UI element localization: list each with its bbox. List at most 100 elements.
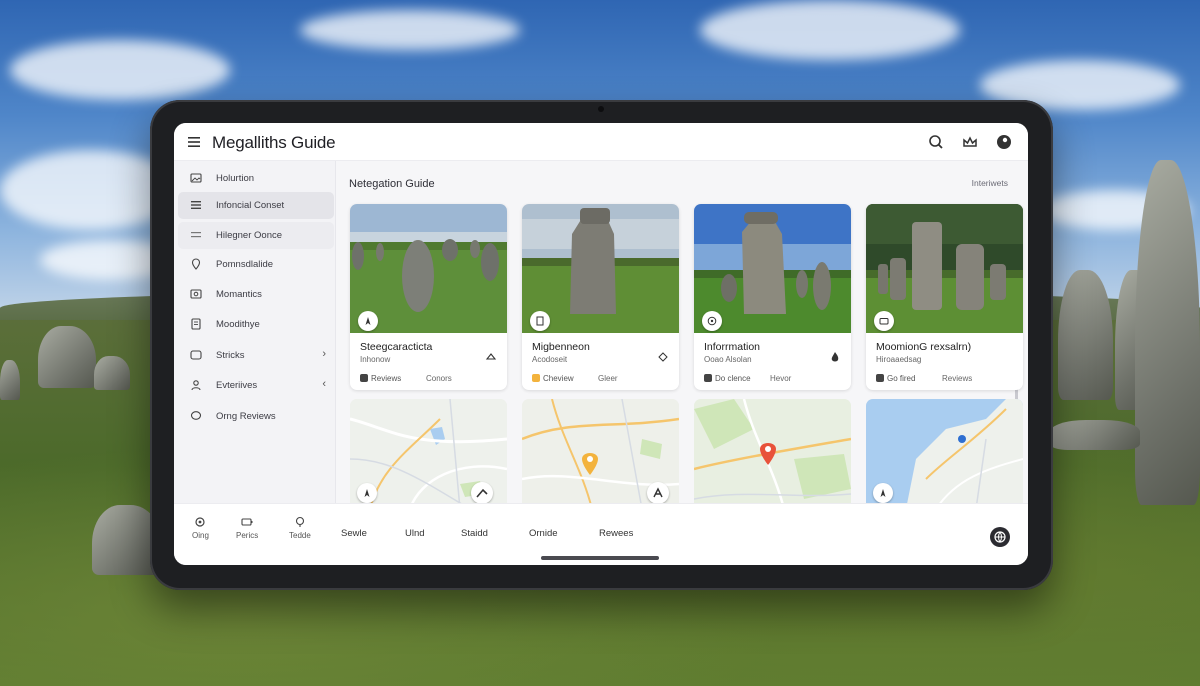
site-card[interactable]: Migbenneon Acodoseit Cheview Gleer — [522, 204, 679, 390]
sidebar-item-hilegner-oonce[interactable]: Hilegner Oonce — [178, 222, 334, 249]
site-subtitle: Ooao Alsolan — [704, 355, 752, 364]
tab-sewle[interactable]: Sewle — [341, 528, 367, 539]
standing-stone — [1058, 270, 1113, 400]
app-screen: Megalliths Guide Holurtion Infoncial Con… — [174, 123, 1028, 565]
site-name: Inforrmation — [704, 341, 761, 353]
sidebar-item-momantics[interactable]: Momantics — [178, 281, 334, 308]
cloud — [10, 40, 230, 100]
search-icon[interactable] — [926, 132, 946, 152]
top-app-bar: Megalliths Guide — [174, 123, 1028, 161]
site-meta-secondary: Hevor — [770, 374, 792, 383]
bottom-nav-label: Tedde — [289, 531, 311, 540]
settings-icon — [195, 517, 206, 527]
tab-ornide[interactable]: Ornide — [529, 528, 558, 539]
compass-badge[interactable] — [358, 311, 378, 331]
crown-icon[interactable] — [960, 132, 980, 152]
bottom-nav-oing[interactable]: Oing — [192, 516, 209, 540]
map-preview[interactable] — [522, 399, 679, 509]
chevron-right-icon: › — [322, 348, 326, 360]
site-name: Steegcaracticta — [360, 341, 433, 353]
compass-badge[interactable] — [702, 311, 722, 331]
bottom-nav-label: Perics — [236, 531, 259, 540]
bottom-navigation-bar: Oing Perics Tedde Sewle Ulnd Staidd Orni… — [174, 503, 1028, 565]
navigation-icon — [880, 489, 886, 497]
map-preview[interactable] — [350, 399, 507, 509]
chevron-left-icon: ‹ — [322, 378, 326, 390]
navigate-button[interactable] — [873, 483, 893, 503]
sidebar-item-label: Holurtion — [216, 173, 255, 184]
profile-icon[interactable] — [994, 132, 1014, 152]
photo-icon — [190, 289, 202, 299]
hamburger-menu-icon[interactable] — [186, 134, 202, 150]
sidebar-item-label: Infoncial Conset — [216, 200, 285, 211]
site-subtitle: Inhonow — [360, 355, 391, 364]
flat-stone — [1050, 420, 1140, 450]
share-icon[interactable] — [485, 351, 497, 363]
sidebar-item-infoncial-conset[interactable]: Infoncial Conset — [178, 192, 334, 219]
sidebar-item-label: Evteriives — [216, 380, 258, 391]
navigation-icon — [365, 317, 371, 325]
map-preview[interactable] — [866, 399, 1023, 509]
bottom-nav-label: Oing — [192, 531, 209, 540]
meta-label: Cheview — [543, 374, 574, 383]
navigate-button[interactable] — [357, 483, 377, 503]
site-card[interactable]: MoomionG rexsalrn) Hiroaaedsag Go fired … — [866, 204, 1023, 390]
site-name: MoomionG rexsalrn) — [876, 341, 972, 353]
directions-button[interactable] — [471, 482, 493, 504]
compass-badge[interactable] — [874, 311, 894, 331]
directions-button[interactable] — [647, 482, 669, 504]
sidebar-item-label: Moodithye — [216, 319, 260, 330]
site-meta-primary: Go fired — [876, 374, 915, 383]
sidebar-item-orng-reviews[interactable]: Orng Reviews — [178, 403, 334, 430]
directions-icon — [653, 487, 663, 498]
list-icon — [191, 232, 201, 238]
globe-icon — [994, 531, 1006, 543]
tab-rewees[interactable]: Rewees — [599, 528, 633, 539]
section-title: Netegation Guide — [349, 178, 435, 190]
document-icon — [191, 318, 201, 330]
globe-button[interactable] — [990, 527, 1010, 547]
sidebar-item-stricks[interactable]: Stricks › — [178, 342, 334, 369]
site-meta-secondary: Conors — [426, 374, 452, 383]
sidebar-item-pomnsdlalide[interactable]: Pomnsdlalide — [178, 251, 334, 278]
bottom-nav-tedde[interactable]: Tedde — [289, 516, 311, 540]
cloud — [300, 10, 520, 50]
sidebar-item-label: Hilegner Oonce — [216, 230, 283, 241]
sidebar-item-holurtion[interactable]: Holurtion — [178, 165, 334, 192]
site-meta-primary: Do clence — [704, 374, 751, 383]
person-icon — [191, 380, 201, 391]
sidebar-item-moodithye[interactable]: Moodithye — [178, 311, 334, 338]
meta-label: Do clence — [715, 374, 751, 383]
map-preview[interactable] — [694, 399, 851, 509]
section-link[interactable]: Interiwets — [972, 178, 1008, 188]
site-card[interactable]: Steegcaracticta Inhonow Reviews Conors — [350, 204, 507, 390]
front-camera — [598, 106, 604, 112]
site-meta-secondary: Reviews — [942, 374, 973, 383]
bottom-nav-perics[interactable]: Perics — [236, 516, 258, 540]
site-subtitle: Hiroaaedsag — [876, 355, 922, 364]
site-card[interactable]: Inforrmation Ooao Alsolan Do clence Hevo… — [694, 204, 851, 390]
diamond-icon[interactable] — [657, 351, 669, 363]
tag-icon — [190, 350, 202, 360]
home-indicator[interactable] — [541, 556, 659, 560]
site-name: Migbenneon — [532, 341, 590, 353]
tab-staidd[interactable]: Staidd — [461, 528, 488, 539]
sidebar-item-label: Stricks — [216, 350, 245, 361]
app-title: Megalliths Guide — [212, 133, 336, 152]
standing-stone — [94, 356, 130, 390]
pin-icon — [295, 516, 304, 527]
tablet-device: Megalliths Guide Holurtion Infoncial Con… — [150, 100, 1053, 590]
star-icon — [532, 374, 540, 382]
sidebar-item-label: Orng Reviews — [216, 411, 276, 422]
list-icon — [191, 201, 201, 209]
compass-badge[interactable] — [530, 311, 550, 331]
sidebar-item-evteriives[interactable]: Evteriives ‹ — [178, 372, 334, 399]
reviews-icon — [360, 374, 368, 382]
reviews-icon — [704, 374, 712, 382]
battery-icon — [241, 518, 253, 526]
flame-icon[interactable] — [829, 351, 841, 363]
standing-stone — [38, 326, 96, 388]
map-image — [694, 399, 851, 509]
reviews-icon — [876, 374, 884, 382]
tab-ulnd[interactable]: Ulnd — [405, 528, 425, 539]
